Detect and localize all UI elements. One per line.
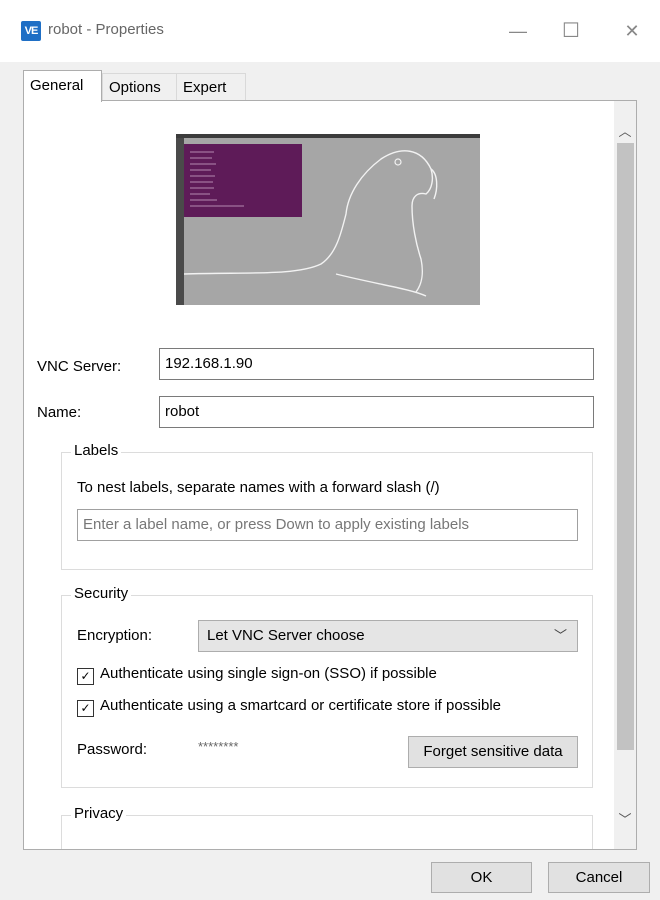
ok-button[interactable]: OK <box>431 862 532 893</box>
smartcard-checkbox-row[interactable]: ✓ Authenticate using a smartcard or certi… <box>77 697 501 717</box>
sso-checkbox[interactable]: ✓ <box>77 668 94 685</box>
forget-sensitive-data-button[interactable]: Forget sensitive data <box>408 736 578 768</box>
labels-group: Labels To nest labels, separate names wi… <box>61 442 593 570</box>
label-name-input[interactable]: Enter a label name, or press Down to app… <box>77 509 578 541</box>
close-button[interactable]: ✕ <box>612 14 652 48</box>
sso-checkbox-row[interactable]: ✓ Authenticate using single sign-on (SSO)… <box>77 665 437 685</box>
window-title: robot - Properties <box>48 21 164 38</box>
tab-options[interactable]: Options <box>102 73 177 101</box>
tab-expert[interactable]: Expert <box>176 73 246 101</box>
security-group-title: Security <box>71 585 132 602</box>
minimize-button[interactable]: — <box>498 14 538 48</box>
password-label: Password: <box>77 741 148 758</box>
smartcard-checkbox-label: Authenticate using a smartcard or certif… <box>100 697 502 714</box>
cancel-button[interactable]: Cancel <box>548 862 650 893</box>
scrollbar-thumb[interactable] <box>617 143 634 750</box>
privacy-group: Privacy <box>61 805 593 849</box>
encryption-select-value: Let VNC Server choose <box>207 627 365 644</box>
labels-hint: To nest labels, separate names with a fo… <box>77 479 440 496</box>
chevron-down-icon: ﹀ <box>553 628 567 643</box>
name-input[interactable]: robot <box>159 396 594 428</box>
encryption-select[interactable]: Let VNC Server choose ﹀ <box>198 620 578 652</box>
encryption-label: Encryption: <box>77 627 153 644</box>
privacy-group-title: Privacy <box>71 805 127 822</box>
vnc-server-input[interactable]: 192.168.1.90 <box>159 348 594 380</box>
scroll-up-icon[interactable]: ︿ <box>614 121 636 140</box>
labels-group-title: Labels <box>71 442 122 459</box>
smartcard-checkbox[interactable]: ✓ <box>77 700 94 717</box>
vnc-viewer-app-icon: VE <box>21 21 41 41</box>
preview-wallpaper-outline <box>183 150 438 297</box>
general-tab-panel: VNC Server: 192.168.1.90 Name: robot Lab… <box>23 100 637 850</box>
password-value: ******** <box>198 739 239 754</box>
security-group: Security Encryption: Let VNC Server choo… <box>61 585 593 788</box>
maximize-button[interactable]: ☐ <box>551 14 591 48</box>
title-bar: VE robot - Properties — ☐ ✕ <box>0 0 660 62</box>
desktop-preview-image <box>176 134 480 305</box>
tab-general[interactable]: General <box>23 70 102 102</box>
name-label: Name: <box>37 404 82 421</box>
vertical-scrollbar[interactable]: ︿ ﹀ <box>614 101 636 849</box>
sso-checkbox-label: Authenticate using single sign-on (SSO) … <box>100 665 437 682</box>
scroll-down-icon[interactable]: ﹀ <box>614 809 636 828</box>
vnc-server-label: VNC Server: <box>37 358 122 375</box>
